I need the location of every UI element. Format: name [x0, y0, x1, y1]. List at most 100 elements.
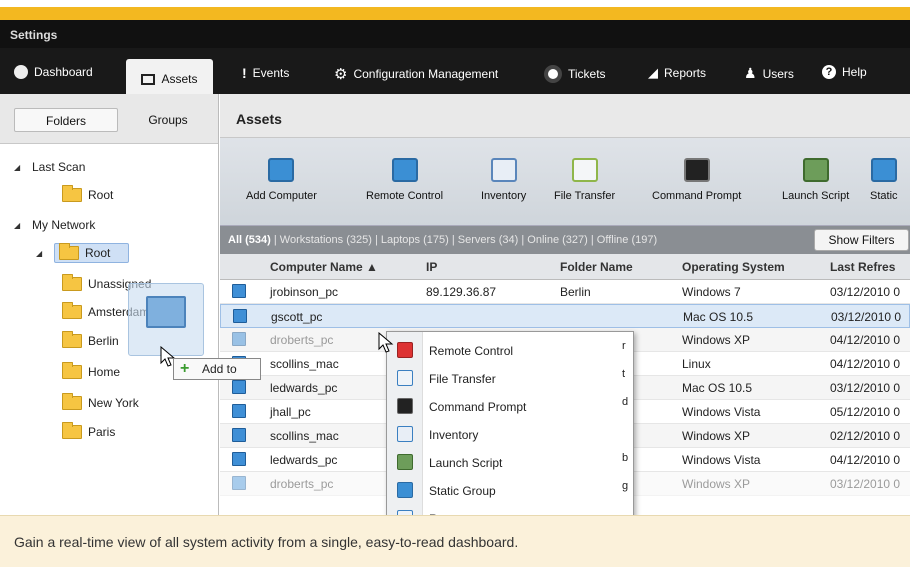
computer-name: scollins_mac	[270, 429, 339, 443]
selected-folder: Root	[54, 243, 130, 263]
column-computer-name[interactable]: Computer Name ▲	[270, 260, 378, 274]
menu-label: Remote Control	[429, 344, 514, 358]
window-title: Settings	[0, 20, 910, 48]
tree-node-last-scan[interactable]: ◢ Last Scan	[14, 160, 85, 174]
nav-label: Configuration Management	[353, 67, 499, 81]
tree-label: Paris	[88, 425, 116, 439]
menu-shortcut: d	[622, 396, 629, 408]
tree-node-home[interactable]: Home	[62, 362, 121, 379]
add-to-label: Add to	[202, 362, 237, 376]
column-folder-name[interactable]: Folder Name	[560, 260, 633, 274]
nav-tickets[interactable]: Tickets	[544, 65, 606, 83]
command-prompt-icon	[397, 398, 413, 414]
menu-item-remote-control[interactable]: Remote Control r	[387, 336, 633, 364]
menu-item-launch-script[interactable]: Launch Script b	[387, 448, 633, 476]
operating-system: Mac OS 10.5	[682, 381, 753, 395]
menu-item-file-transfer[interactable]: File Transfer t	[387, 364, 633, 392]
folder-icon	[62, 274, 82, 291]
chart-icon: ◢	[648, 65, 658, 80]
nav-configuration-management[interactable]: ⚙ Configuration Management	[334, 65, 498, 83]
tree-node-my-network[interactable]: ◢ My Network	[14, 218, 95, 232]
nav-label: Reports	[664, 66, 707, 80]
column-operating-system[interactable]: Operating System	[682, 260, 785, 274]
nav-help[interactable]: ? Help	[822, 65, 867, 79]
launch-script-button[interactable]: Launch Script	[782, 158, 849, 202]
filter-laptops[interactable]: Laptops (175)	[381, 234, 449, 246]
plus-icon: +	[180, 360, 190, 377]
computer-name: jrobinson_pc	[270, 285, 339, 299]
column-ip[interactable]: IP	[426, 260, 437, 274]
menu-item-static-group[interactable]: Static Group g	[387, 476, 633, 504]
computer-icon	[146, 296, 186, 328]
computer-icon	[232, 332, 246, 346]
nav-reports[interactable]: ◢ Reports	[648, 65, 706, 81]
menu-label: File Transfer	[429, 372, 496, 386]
file-transfer-button[interactable]: File Transfer	[554, 158, 615, 202]
tree-label: My Network	[32, 218, 96, 232]
command-prompt-button[interactable]: Command Prompt	[652, 158, 741, 202]
static-group-icon	[397, 482, 413, 498]
tree-label: Last Scan	[32, 160, 86, 174]
brand-stripe	[0, 7, 910, 20]
collapse-triangle-icon[interactable]: ◢	[14, 221, 26, 230]
nav-label: Help	[842, 65, 867, 79]
tool-label: Static	[870, 190, 898, 202]
tab-folders[interactable]: Folders	[14, 108, 118, 132]
add-computer-button[interactable]: Add Computer	[246, 158, 317, 202]
add-to-tooltip: + Add to	[173, 358, 261, 380]
tree-node-new-york[interactable]: New York	[62, 393, 139, 410]
collapse-triangle-icon[interactable]: ◢	[14, 163, 26, 172]
operating-system: Windows Vista	[682, 405, 761, 419]
last-refresh: 05/12/2010 0	[830, 405, 901, 419]
computer-icon	[232, 476, 246, 490]
user-icon: ♟	[744, 65, 757, 81]
show-filters-button[interactable]: Show Filters	[814, 229, 909, 251]
table-header: Computer Name ▲ IP Folder Name Operating…	[220, 254, 910, 280]
context-menu: Remote Control r File Transfer t Command…	[386, 331, 634, 521]
computer-name: droberts_pc	[270, 333, 334, 347]
column-last-refresh[interactable]: Last Refres	[830, 260, 895, 274]
table-row[interactable]: jrobinson_pc 89.129.36.87 Berlin Windows…	[220, 280, 910, 304]
launch-script-icon	[397, 454, 413, 470]
tree-node-root-selected[interactable]: ◢ Root	[36, 243, 130, 263]
lifebuoy-icon	[544, 65, 562, 83]
help-icon: ?	[822, 65, 836, 79]
table-row-selected[interactable]: gscott_pc Mac OS 10.5 03/12/2010 0	[220, 304, 910, 328]
tree-node-paris[interactable]: Paris	[62, 422, 116, 439]
operating-system: Linux	[682, 357, 711, 371]
tab-groups[interactable]: Groups	[128, 108, 208, 132]
inventory-icon	[490, 158, 517, 182]
menu-shortcut: r	[622, 340, 626, 352]
launch-script-icon	[802, 158, 829, 182]
menu-item-command-prompt[interactable]: Command Prompt d	[387, 392, 633, 420]
folder-icon	[59, 243, 79, 260]
last-refresh: 04/12/2010 0	[830, 453, 901, 467]
menu-item-inventory[interactable]: Inventory	[387, 420, 633, 448]
tree-label: Berlin	[88, 334, 119, 348]
filter-online[interactable]: Online (327)	[527, 234, 588, 246]
filter-workstations[interactable]: Workstations (325)	[280, 234, 372, 246]
exclamation-icon: !	[242, 65, 247, 81]
nav-dashboard[interactable]: Dashboard	[14, 65, 93, 79]
nav-assets[interactable]: Assets	[126, 59, 213, 95]
operating-system: Windows XP	[682, 333, 751, 347]
computer-name: ledwards_pc	[270, 381, 338, 395]
folder-icon	[62, 331, 82, 348]
filter-all[interactable]: All (534)	[228, 234, 271, 246]
sidebar-tabs: Folders Groups	[0, 94, 218, 144]
inventory-button[interactable]: Inventory	[481, 158, 526, 202]
remote-control-button[interactable]: Remote Control	[366, 158, 443, 202]
nav-events[interactable]: ! Events	[242, 65, 289, 81]
nav-label: Dashboard	[34, 65, 93, 79]
computer-icon	[232, 428, 246, 442]
static-group-button[interactable]: Static	[870, 158, 898, 202]
filter-offline[interactable]: Offline (197)	[597, 234, 657, 246]
tree-label: Root	[88, 188, 114, 202]
collapse-triangle-icon[interactable]: ◢	[36, 249, 48, 258]
tree-label: Home	[88, 365, 121, 379]
filter-servers[interactable]: Servers (34)	[458, 234, 519, 246]
operating-system: Mac OS 10.5	[683, 310, 754, 324]
tree-node-berlin[interactable]: Berlin	[62, 331, 119, 348]
nav-users[interactable]: ♟ Users	[744, 65, 794, 82]
tree-node-root[interactable]: Root	[62, 185, 114, 202]
